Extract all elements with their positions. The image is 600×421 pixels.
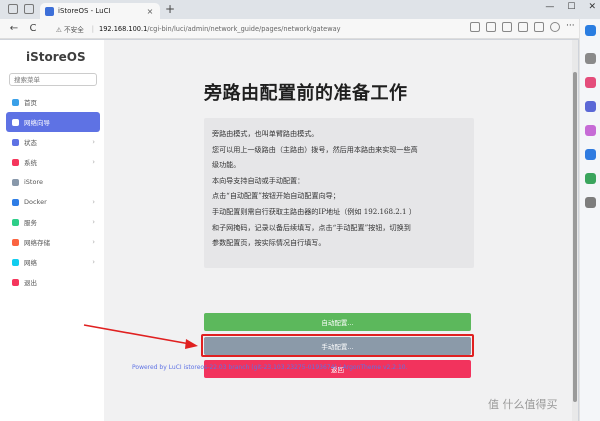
favicon-icon [45, 6, 54, 16]
back-button[interactable]: ← [6, 23, 22, 34]
sidebar-item-nas[interactable]: 网络存储 › [6, 232, 100, 252]
auto-config-button[interactable]: 自动配置... [204, 313, 471, 331]
luci-sidebar: iStoreOS 首页网络向导状态›系统›iStoreDocker›服务›网络存… [0, 40, 104, 421]
sidebar-item-label: 状态 [24, 139, 37, 147]
sidebar-item-status[interactable]: 状态 › [6, 132, 100, 152]
window-controls: — ☐ ✕ [545, 2, 596, 12]
watermark: 值 什么值得买 [488, 398, 558, 411]
sidebar-item-network[interactable]: 网络 › [6, 252, 100, 272]
description-line: 手动配置则需自行获取主路由器的IP地址（例如 192.168.2.1 ） [212, 206, 416, 216]
maximize-button[interactable]: ☐ [567, 2, 575, 12]
status-icon [12, 138, 19, 146]
sidebar-item-label: 网络 [24, 259, 37, 267]
split-screen-icon[interactable] [502, 22, 512, 32]
address-divider: | [91, 24, 95, 33]
sidebar-item-label: 系统 [24, 159, 37, 167]
sidebar-item-label: iStore [24, 178, 43, 186]
network-guide-icon [12, 118, 19, 126]
sidebar-item-logout[interactable]: 退出 [6, 272, 100, 292]
chevron-right-icon: › [92, 158, 95, 166]
workspaces-icon[interactable] [8, 4, 18, 14]
search-icon[interactable] [585, 53, 596, 64]
browser-tab[interactable]: iStoreOS - LuCI × [40, 3, 160, 19]
annotation-highlight-box [201, 334, 474, 357]
sidebar-item-label: 退出 [24, 279, 37, 287]
url-host: 192.168.100.1 [99, 24, 148, 33]
minimize-button[interactable]: — [545, 2, 554, 12]
add-icon[interactable] [585, 197, 596, 208]
page-title: 旁路由配置前的准备工作 [204, 83, 408, 104]
tools-icon[interactable] [585, 101, 596, 112]
browser-toolbar: ← C ⚠ 不安全 | 192.168.100.1 /cgi-bin/luci/… [0, 19, 600, 39]
more-icon[interactable]: ··· [566, 22, 576, 32]
new-tab-button[interactable]: + [163, 2, 177, 16]
footer-credits[interactable]: Powered by LuCI istoreos-22.03 branch (g… [132, 364, 408, 371]
edge-sidebar [579, 19, 600, 421]
description-panel: 旁路由模式，也叫单臂路由模式。您可以用上一级路由（主路由）拨号，然后用本路由来实… [204, 118, 474, 268]
chevron-right-icon: › [92, 198, 95, 206]
description-line: 参数配置页，按实际情况自行填写。 [212, 238, 326, 248]
description-line: 级功能。 [212, 160, 241, 170]
services-icon [12, 218, 19, 226]
games-icon[interactable] [585, 125, 596, 136]
reload-button[interactable]: C [25, 23, 41, 34]
scrollbar-thumb[interactable] [573, 72, 577, 402]
description-line: 本向导支持自动或手动配置： [212, 175, 305, 185]
nas-icon [12, 238, 19, 246]
home-icon [12, 98, 19, 106]
drop-icon[interactable] [585, 173, 596, 184]
sidebar-item-label: 网络向导 [24, 119, 50, 127]
docker-icon [12, 198, 19, 206]
sidebar-item-services[interactable]: 服务 › [6, 212, 100, 232]
istore-icon [12, 178, 19, 186]
read-aloud-icon[interactable] [470, 22, 480, 32]
sidebar-item-label: Docker [24, 198, 47, 206]
toolbar-icons: ··· [470, 22, 576, 32]
favorite-star-icon[interactable] [486, 22, 496, 32]
security-warning[interactable]: ⚠ 不安全 [56, 24, 84, 34]
sidebar-item-label: 首页 [24, 99, 37, 107]
tab-title: iStoreOS - LuCI [58, 7, 111, 15]
chevron-right-icon: › [92, 138, 95, 146]
outlook-icon[interactable] [585, 149, 596, 160]
menu-search-input[interactable] [9, 73, 97, 86]
url-path: /cgi-bin/luci/admin/network_guide/pages/… [147, 24, 341, 33]
sidebar-item-istore[interactable]: iStore [6, 172, 100, 192]
close-icon[interactable]: × [145, 7, 155, 16]
description-line: 您可以用上一级路由（主路由）拨号，然后用本路由来实现一些高 [212, 144, 418, 154]
sidebar-item-label: 服务 [24, 219, 37, 227]
address-bar[interactable]: ⚠ 不安全 | 192.168.100.1 /cgi-bin/luci/admi… [56, 22, 518, 36]
system-icon [12, 158, 19, 166]
sidebar-item-label: 网络存储 [24, 239, 50, 247]
chevron-right-icon: › [92, 218, 95, 226]
browser-tab-bar: iStoreOS - LuCI × + — ☐ ✕ [0, 0, 600, 19]
collections-icon[interactable] [534, 22, 544, 32]
logout-icon [12, 278, 19, 286]
description-line: 点击“自动配置”按钮开始自动配置向导； [212, 191, 340, 201]
chevron-right-icon: › [92, 238, 95, 246]
favorites-icon[interactable] [518, 22, 528, 32]
window-close-button[interactable]: ✕ [588, 2, 596, 12]
brand-logo[interactable]: iStoreOS [26, 50, 86, 64]
chevron-right-icon: › [92, 258, 95, 266]
copilot-icon[interactable] [585, 25, 596, 36]
sidebar-item-home[interactable]: 首页 [6, 92, 100, 112]
sidebar-item-network-guide[interactable]: 网络向导 [6, 112, 100, 132]
shopping-icon[interactable] [585, 77, 596, 88]
profile-icon[interactable] [550, 22, 560, 32]
description-line: 旁路由模式，也叫单臂路由模式。 [212, 129, 319, 138]
description-line: 和子网掩码，记录以备后续填写，点击“手动配置”按钮，切换到 [212, 222, 411, 232]
sidebar-menu: 首页网络向导状态 › 系统 › iStore Docker › 服务 › 网络存储 › 网络 › 退出 [6, 92, 100, 292]
tab-actions-icon[interactable] [24, 4, 34, 14]
sidebar-item-system[interactable]: 系统 › [6, 152, 100, 172]
sidebar-item-docker[interactable]: Docker › [6, 192, 100, 212]
network-icon [12, 258, 19, 266]
page-scrollbar[interactable] [572, 40, 578, 421]
